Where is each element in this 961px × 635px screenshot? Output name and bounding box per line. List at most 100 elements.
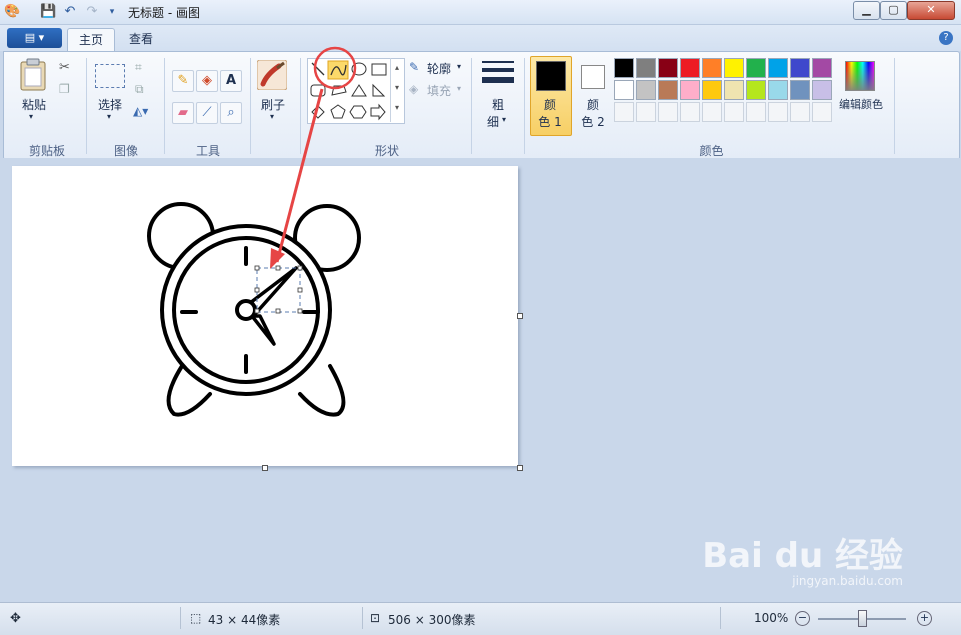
rectangle-shape-icon — [371, 63, 387, 76]
palette-color-swatch[interactable] — [680, 80, 700, 100]
palette-color-swatch[interactable] — [812, 80, 832, 100]
palette-color-swatch[interactable] — [724, 80, 744, 100]
palette-empty-swatch[interactable] — [724, 102, 744, 122]
app-menu-button[interactable]: ▤ ▾ — [7, 28, 62, 48]
fill-bucket-icon[interactable]: ◈ — [196, 70, 218, 92]
palette-color-swatch[interactable] — [636, 80, 656, 100]
palette-color-swatch[interactable] — [746, 58, 766, 78]
text-tool-icon[interactable]: A — [220, 70, 242, 92]
cut-icon[interactable]: ✂ — [59, 60, 70, 75]
palette-empty-swatch[interactable] — [680, 102, 700, 122]
palette-color-swatch[interactable] — [636, 58, 656, 78]
pencil-icon[interactable]: ✎ — [172, 70, 194, 92]
select-rect-icon[interactable] — [95, 64, 125, 88]
clipboard-icon — [20, 58, 46, 91]
palette-color-swatch[interactable] — [724, 58, 744, 78]
minimize-button[interactable]: ▁ — [853, 1, 880, 20]
tools-group-label: 工具 — [195, 144, 220, 158]
fill-icon[interactable]: ◈ — [409, 82, 418, 96]
color2-label-2[interactable]: 色 2 — [576, 113, 610, 130]
edit-colors-label[interactable]: 编辑颜色 — [834, 96, 888, 112]
tab-home[interactable]: 主页 — [67, 28, 115, 52]
palette-empty-swatch[interactable] — [636, 102, 656, 122]
outline-label[interactable]: 轮廓 — [427, 60, 451, 77]
watermark-url: jingyan.baidu.com — [792, 574, 903, 588]
image-group-label: 图像 — [113, 144, 138, 158]
fill-label[interactable]: 填充 — [427, 82, 451, 99]
brushes-label[interactable]: 刷子 — [255, 96, 291, 113]
close-button[interactable]: ✕ — [907, 1, 955, 20]
size-label-2[interactable]: 细 — [482, 113, 504, 130]
canvas-resize-handle-bottom[interactable] — [262, 465, 268, 471]
redo-icon[interactable]: ↷ — [84, 4, 100, 20]
color2-label-1[interactable]: 颜 — [576, 96, 610, 113]
paint-app-icon[interactable]: 🎨 — [4, 4, 20, 20]
crop-icon[interactable]: ⌗ — [135, 60, 142, 75]
palette-empty-swatch[interactable] — [768, 102, 788, 122]
outline-icon[interactable]: ✎ — [409, 60, 419, 74]
color2-swatch[interactable] — [581, 65, 605, 89]
palette-color-swatch[interactable] — [658, 58, 678, 78]
palette-color-swatch[interactable] — [702, 80, 722, 100]
customize-quick-access-icon[interactable]: ▾ — [104, 4, 120, 20]
separator — [180, 607, 181, 629]
zoom-in-button[interactable]: + — [917, 611, 932, 626]
size-lines-icon[interactable] — [482, 60, 514, 88]
paste-button[interactable] — [18, 58, 48, 94]
brushes-dropdown-icon[interactable]: ▾ — [270, 112, 274, 121]
color1-swatch[interactable] — [536, 61, 566, 91]
palette-empty-swatch[interactable] — [746, 102, 766, 122]
eraser-icon[interactable]: ▰ — [172, 102, 194, 124]
ribbon-tab-row: ▤ ▾ 主页 查看 ? — [0, 25, 961, 52]
palette-color-swatch[interactable] — [768, 58, 788, 78]
resize-icon[interactable]: ⧉ — [135, 82, 144, 97]
fill-dropdown-icon[interactable]: ▾ — [457, 84, 461, 93]
tab-view[interactable]: 查看 — [118, 28, 164, 51]
copy-icon[interactable]: ❐ — [59, 82, 70, 96]
palette-empty-swatch[interactable] — [702, 102, 722, 122]
maximize-button[interactable]: ▢ — [880, 1, 907, 20]
brush-icon[interactable] — [256, 59, 288, 91]
help-icon[interactable]: ? — [939, 31, 953, 45]
select-dropdown-icon[interactable]: ▾ — [107, 112, 111, 121]
color1-label-2[interactable]: 色 1 — [530, 113, 570, 130]
canvas-size-icon: ⊡ — [370, 611, 381, 625]
paste-dropdown-icon[interactable]: ▾ — [29, 112, 33, 121]
edit-colors-icon[interactable] — [845, 61, 875, 91]
undo-icon[interactable]: ↶ — [62, 4, 78, 20]
triangle-shape-icon — [351, 84, 367, 97]
shapes-gallery-scroll[interactable]: ▴ ▾ ▾ — [390, 58, 403, 122]
save-icon[interactable]: 💾 — [40, 4, 56, 20]
palette-empty-swatch[interactable] — [658, 102, 678, 122]
ribbon-home: 粘贴 ▾ ✂ ❐ 剪贴板 选择 ▾ ⌗ ⧉ ◭▾ 图像 ✎ ◈ A ▰ ⟋ ⌕ … — [3, 51, 960, 160]
color1-label-1[interactable]: 颜 — [530, 96, 570, 113]
canvas-resize-handle-corner[interactable] — [517, 465, 523, 471]
canvas-resize-handle-right[interactable] — [517, 313, 523, 319]
palette-color-swatch[interactable] — [790, 58, 810, 78]
palette-color-swatch[interactable] — [790, 80, 810, 100]
palette-color-swatch[interactable] — [658, 80, 678, 100]
magnifier-icon[interactable]: ⌕ — [220, 102, 242, 124]
palette-empty-swatch[interactable] — [790, 102, 810, 122]
drawing-canvas[interactable] — [12, 166, 518, 466]
size-dropdown-icon[interactable]: ▾ — [502, 115, 506, 124]
palette-color-swatch[interactable] — [812, 58, 832, 78]
palette-color-swatch[interactable] — [680, 58, 700, 78]
palette-color-swatch[interactable] — [614, 58, 634, 78]
palette-color-swatch[interactable] — [768, 80, 788, 100]
selection-size-icon: ⬚ — [190, 611, 202, 625]
zoom-slider-thumb[interactable] — [858, 610, 867, 627]
size-label-1[interactable]: 粗 — [484, 96, 512, 113]
zoom-out-button[interactable]: − — [795, 611, 810, 626]
rotate-icon[interactable]: ◭▾ — [133, 104, 148, 118]
palette-color-swatch[interactable] — [702, 58, 722, 78]
paste-label[interactable]: 粘贴 — [19, 96, 49, 113]
polygon-shape-icon — [331, 85, 347, 96]
select-label[interactable]: 选择 — [92, 96, 128, 113]
color-picker-icon[interactable]: ⟋ — [196, 102, 218, 124]
outline-dropdown-icon[interactable]: ▾ — [457, 62, 461, 71]
palette-empty-swatch[interactable] — [812, 102, 832, 122]
palette-color-swatch[interactable] — [746, 80, 766, 100]
palette-color-swatch[interactable] — [614, 80, 634, 100]
palette-empty-swatch[interactable] — [614, 102, 634, 122]
